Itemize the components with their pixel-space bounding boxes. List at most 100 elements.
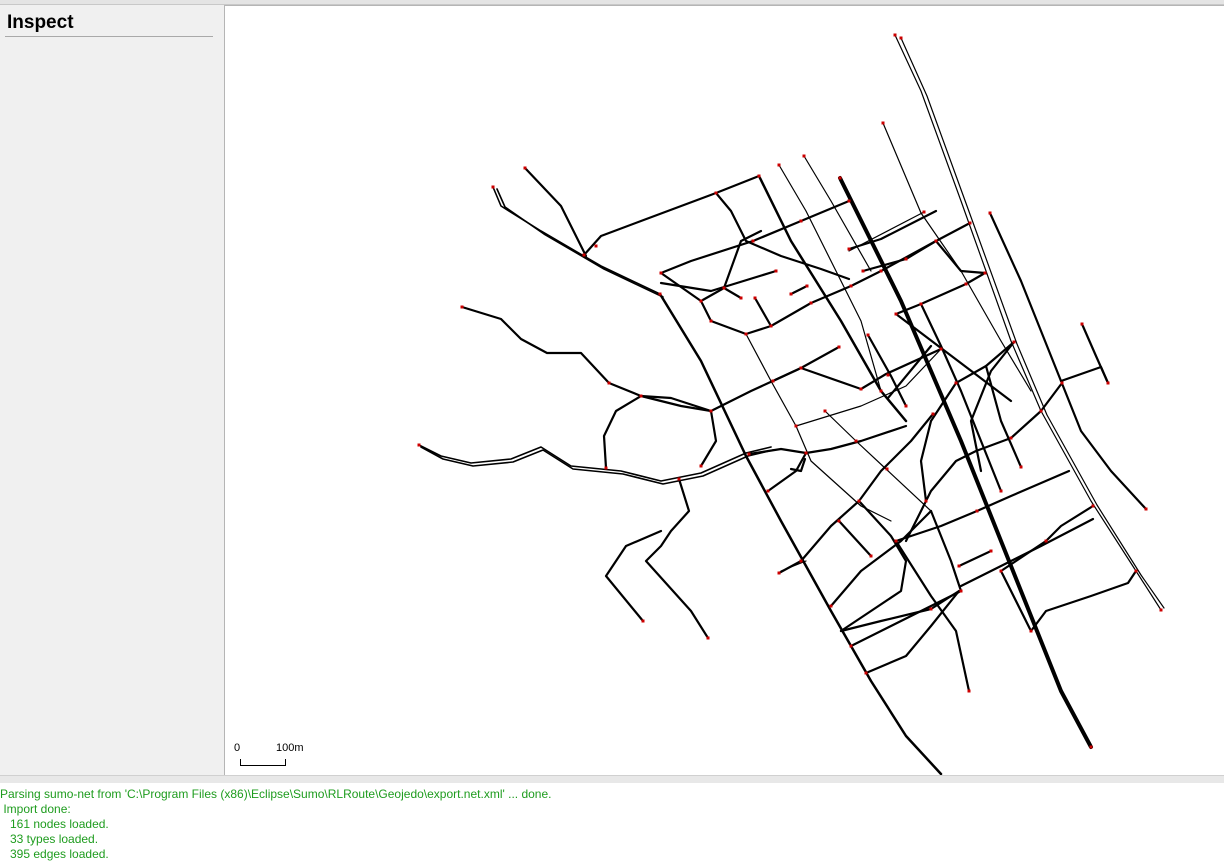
junction-node[interactable] xyxy=(1080,322,1084,326)
junction-node[interactable] xyxy=(959,589,963,593)
road-edge[interactable] xyxy=(959,517,1095,588)
network-view-canvas[interactable] xyxy=(224,5,1224,775)
junction-node[interactable] xyxy=(1039,409,1043,413)
junction-node[interactable] xyxy=(706,636,710,640)
junction-node[interactable] xyxy=(771,379,775,383)
junction-node[interactable] xyxy=(823,409,827,413)
junction-node[interactable] xyxy=(774,269,778,273)
road-edge[interactable] xyxy=(659,199,851,275)
junction-node[interactable] xyxy=(659,271,663,275)
junction-node[interactable] xyxy=(954,381,958,385)
junction-node[interactable] xyxy=(861,269,865,273)
junction-node[interactable] xyxy=(714,191,718,195)
road-edge[interactable] xyxy=(699,409,718,468)
road-edge[interactable] xyxy=(894,469,1071,543)
junction-node[interactable] xyxy=(988,211,992,215)
junction-node[interactable] xyxy=(491,185,495,189)
junction-node[interactable] xyxy=(847,247,851,251)
junction-node[interactable] xyxy=(854,439,858,443)
road-edge[interactable] xyxy=(420,446,774,485)
road-edge[interactable] xyxy=(766,451,808,493)
road-edge[interactable] xyxy=(839,499,908,633)
road-edge[interactable] xyxy=(777,412,935,575)
junction-node[interactable] xyxy=(523,166,527,170)
junction-node[interactable] xyxy=(777,571,781,575)
junction-node[interactable] xyxy=(886,373,890,377)
road-edge[interactable] xyxy=(789,284,809,296)
junction-node[interactable] xyxy=(904,404,908,408)
junction-node[interactable] xyxy=(881,121,885,125)
junction-node[interactable] xyxy=(1060,381,1064,385)
road-edge[interactable] xyxy=(602,394,643,470)
junction-node[interactable] xyxy=(879,269,883,273)
road-edge[interactable] xyxy=(838,176,1093,749)
junction-node[interactable] xyxy=(869,554,873,558)
road-edge[interactable] xyxy=(753,296,773,328)
junction-node[interactable] xyxy=(847,199,851,203)
road-edge[interactable] xyxy=(886,344,933,400)
junction-node[interactable] xyxy=(582,253,586,257)
road-edge[interactable] xyxy=(849,589,963,648)
junction-node[interactable] xyxy=(931,412,935,416)
junction-node[interactable] xyxy=(919,302,923,306)
junction-node[interactable] xyxy=(417,443,421,447)
junction-node[interactable] xyxy=(753,296,757,300)
junction-node[interactable] xyxy=(837,519,841,523)
road-edge[interactable] xyxy=(492,186,661,295)
road-edge[interactable] xyxy=(894,271,987,316)
junction-node[interactable] xyxy=(975,509,979,513)
junction-node[interactable] xyxy=(957,564,961,568)
road-edge[interactable] xyxy=(837,519,873,558)
junction-node[interactable] xyxy=(799,366,803,370)
road-edge[interactable] xyxy=(714,191,851,281)
junction-node[interactable] xyxy=(722,286,726,290)
road-edge[interactable] xyxy=(418,444,772,482)
junction-node[interactable] xyxy=(894,539,898,543)
junction-node[interactable] xyxy=(1029,629,1033,633)
junction-node[interactable] xyxy=(1044,539,1048,543)
junction-node[interactable] xyxy=(934,239,938,243)
junction-node[interactable] xyxy=(777,163,781,167)
junction-node[interactable] xyxy=(639,394,643,398)
junction-node[interactable] xyxy=(922,210,926,214)
road-network[interactable] xyxy=(225,6,1224,775)
junction-node[interactable] xyxy=(939,347,943,351)
junction-node[interactable] xyxy=(1159,608,1163,612)
junction-node[interactable] xyxy=(849,644,853,648)
junction-node[interactable] xyxy=(967,689,971,693)
junction-node[interactable] xyxy=(1134,569,1138,573)
junction-node[interactable] xyxy=(699,299,703,303)
junction-node[interactable] xyxy=(899,36,903,40)
road-edge[interactable] xyxy=(757,174,908,423)
junction-node[interactable] xyxy=(744,332,748,336)
junction-node[interactable] xyxy=(769,324,773,328)
junction-node[interactable] xyxy=(594,244,598,248)
junction-node[interactable] xyxy=(1009,436,1013,440)
junction-node[interactable] xyxy=(757,174,761,178)
junction-node[interactable] xyxy=(929,607,933,611)
junction-node[interactable] xyxy=(751,239,755,243)
junction-node[interactable] xyxy=(829,604,833,608)
road-edge[interactable] xyxy=(866,333,908,408)
road-edge[interactable] xyxy=(954,340,1016,385)
road-edge[interactable] xyxy=(771,347,943,391)
junction-node[interactable] xyxy=(968,221,972,225)
junction-node[interactable] xyxy=(799,559,803,563)
junction-node[interactable] xyxy=(641,619,645,623)
road-edge[interactable] xyxy=(523,166,588,258)
junction-node[interactable] xyxy=(859,387,863,391)
road-edge[interactable] xyxy=(747,424,908,456)
junction-node[interactable] xyxy=(864,671,868,675)
junction-node[interactable] xyxy=(893,33,897,37)
junction-node[interactable] xyxy=(460,305,464,309)
road-edge[interactable] xyxy=(984,364,1023,469)
junction-node[interactable] xyxy=(1019,465,1023,469)
junction-node[interactable] xyxy=(1089,745,1093,749)
junction-node[interactable] xyxy=(747,452,751,456)
junction-node[interactable] xyxy=(857,499,861,503)
road-edge[interactable] xyxy=(639,394,713,413)
junction-node[interactable] xyxy=(604,466,608,470)
road-edge[interactable] xyxy=(894,539,971,693)
junction-node[interactable] xyxy=(805,284,809,288)
road-edge[interactable] xyxy=(957,549,993,568)
